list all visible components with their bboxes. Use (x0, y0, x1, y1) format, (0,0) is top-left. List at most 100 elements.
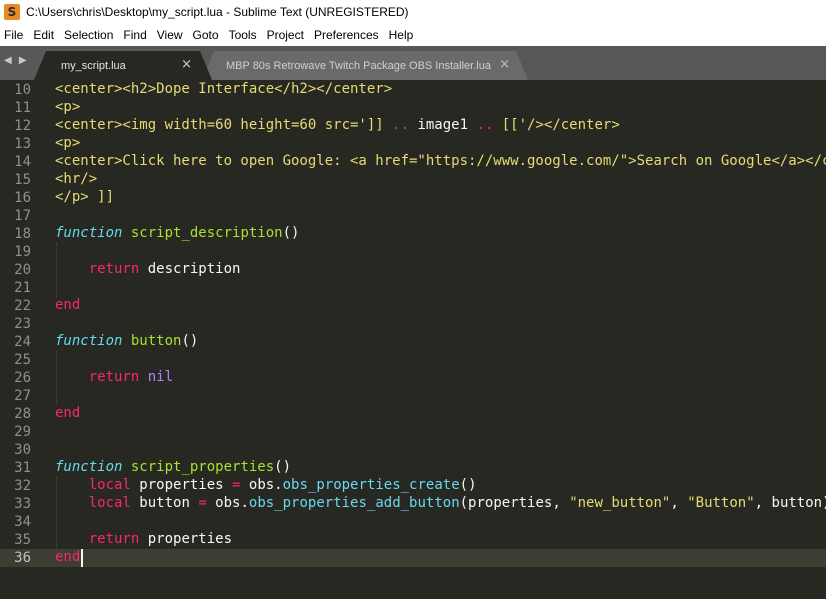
code-token: "Button" (687, 495, 755, 511)
menu-selection[interactable]: Selection (60, 28, 119, 42)
menu-edit[interactable]: Edit (29, 28, 60, 42)
code-line[interactable]: local properties = obs.obs_properties_cr… (55, 477, 477, 495)
menu-view[interactable]: View (153, 28, 189, 42)
code-token: properties (139, 531, 233, 547)
code-line[interactable]: return description (55, 261, 241, 279)
code-editor[interactable]: 10 11 12 13 14 15 16 17 18 19 20 21 22 23 24 25 26 27 28 29… (0, 80, 826, 599)
line-number: 24 (14, 334, 31, 350)
code-token: () (181, 333, 199, 349)
menu-preferences[interactable]: Preferences (310, 28, 385, 42)
code-token: properties (130, 477, 233, 493)
tab-label: my_script.lua (61, 59, 126, 72)
code-line[interactable]: function button() (55, 333, 198, 351)
indent-guide (56, 351, 57, 405)
line-number: 22 (14, 298, 31, 314)
code-token: "new_button" (569, 495, 671, 511)
line-number: 35 (14, 532, 31, 548)
line-number: 13 (14, 136, 31, 152)
code-token: <hr/> (55, 171, 98, 187)
code-token: () (282, 225, 300, 241)
code-line[interactable]: return nil (55, 369, 173, 387)
menu-help[interactable]: Help (385, 28, 420, 42)
line-number: 33 (14, 496, 31, 512)
tab-bar: ◀ ▶ MBP 80s Retrowave Twitch Package OBS… (0, 46, 826, 80)
tab-label: MBP 80s Retrowave Twitch Package OBS Ins… (226, 59, 491, 72)
code-line[interactable]: <center>Click here to open Google: <a hr… (55, 153, 826, 171)
code-token: ]] (366, 117, 384, 133)
code-token: obs. (206, 495, 249, 511)
code-line[interactable]: <hr/> (55, 171, 97, 189)
tab-mbp-installer[interactable]: MBP 80s Retrowave Twitch Package OBS Ins… (202, 51, 528, 80)
menu-project[interactable]: Project (263, 28, 310, 42)
code-line[interactable]: <p> (55, 99, 80, 117)
line-number: 28 (14, 406, 31, 422)
code-line[interactable]: <p> (55, 135, 80, 153)
code-token: script_properties (130, 459, 275, 475)
line-number: 20 (14, 262, 31, 278)
code-token: () (274, 459, 292, 475)
menu-file[interactable]: File (0, 28, 29, 42)
sublime-text-icon[interactable]: S (4, 4, 20, 20)
line-number: 17 (14, 208, 31, 224)
current-line-highlight (0, 549, 826, 567)
line-number: 29 (14, 424, 31, 440)
code-token: = (198, 495, 207, 511)
line-number: 23 (14, 316, 31, 332)
line-number: 14 (14, 154, 31, 170)
code-token: function (55, 459, 123, 475)
code-token: <center><h2>Dope Interface</h2></center> (55, 81, 393, 97)
code-line[interactable]: local button = obs.obs_properties_add_bu… (55, 495, 826, 513)
title-bar: S C:\Users\chris\Desktop\my_script.lua -… (0, 0, 826, 24)
menu-goto[interactable]: Goto (189, 28, 225, 42)
line-number: 15 (14, 172, 31, 188)
code-line[interactable]: <center><h2>Dope Interface</h2></center> (55, 81, 392, 99)
code-line[interactable]: return properties (55, 531, 232, 549)
code-token: obs_properties_add_button (248, 495, 460, 511)
close-icon[interactable]: × (499, 57, 510, 72)
menu-bar: File Edit Selection Find View Goto Tools Projec… (0, 24, 826, 46)
code-token: end (55, 297, 81, 313)
tab-my-script[interactable]: my_script.lua × (34, 51, 212, 80)
code-line[interactable]: </p> ]] (55, 189, 114, 207)
code-token: obs_properties_create (282, 477, 460, 493)
code-token: nil (147, 369, 174, 385)
text-cursor (81, 549, 84, 567)
code-line[interactable]: <center><img width=60 height=60 src=']] … (55, 117, 620, 135)
line-number: 27 (14, 388, 31, 404)
line-number: 11 (14, 100, 31, 116)
code-token: <p> (55, 135, 81, 151)
code-line[interactable]: function script_properties() (55, 459, 291, 477)
code-token: return (88, 369, 140, 385)
code-token: function (55, 333, 123, 349)
line-number: 36 (14, 550, 31, 566)
code-token: , (670, 495, 688, 511)
menu-find[interactable]: Find (119, 28, 152, 42)
window-title: C:\Users\chris\Desktop\my_script.lua - S… (26, 5, 409, 19)
line-number: 34 (14, 514, 31, 530)
code-line[interactable]: function script_description() (55, 225, 299, 243)
line-number: 25 (14, 352, 31, 368)
line-number: 30 (14, 442, 31, 458)
code-token: local (88, 477, 131, 493)
code-token: script_description (130, 225, 283, 241)
code-token: () (459, 477, 477, 493)
code-token: end (55, 549, 81, 565)
code-line[interactable]: end (55, 297, 80, 315)
indent-guide (56, 477, 57, 549)
code-line[interactable]: end (55, 405, 80, 423)
code-token: </p> ]] (55, 189, 115, 205)
line-number: 16 (14, 190, 31, 206)
line-number: 12 (14, 118, 31, 134)
line-number: 21 (14, 280, 31, 296)
code-line[interactable]: end (55, 549, 80, 567)
menu-tools[interactable]: Tools (225, 28, 263, 42)
close-icon[interactable]: × (181, 57, 192, 72)
code-token: button (130, 333, 182, 349)
tab-nav-arrows-icon[interactable]: ◀ ▶ (4, 55, 29, 66)
